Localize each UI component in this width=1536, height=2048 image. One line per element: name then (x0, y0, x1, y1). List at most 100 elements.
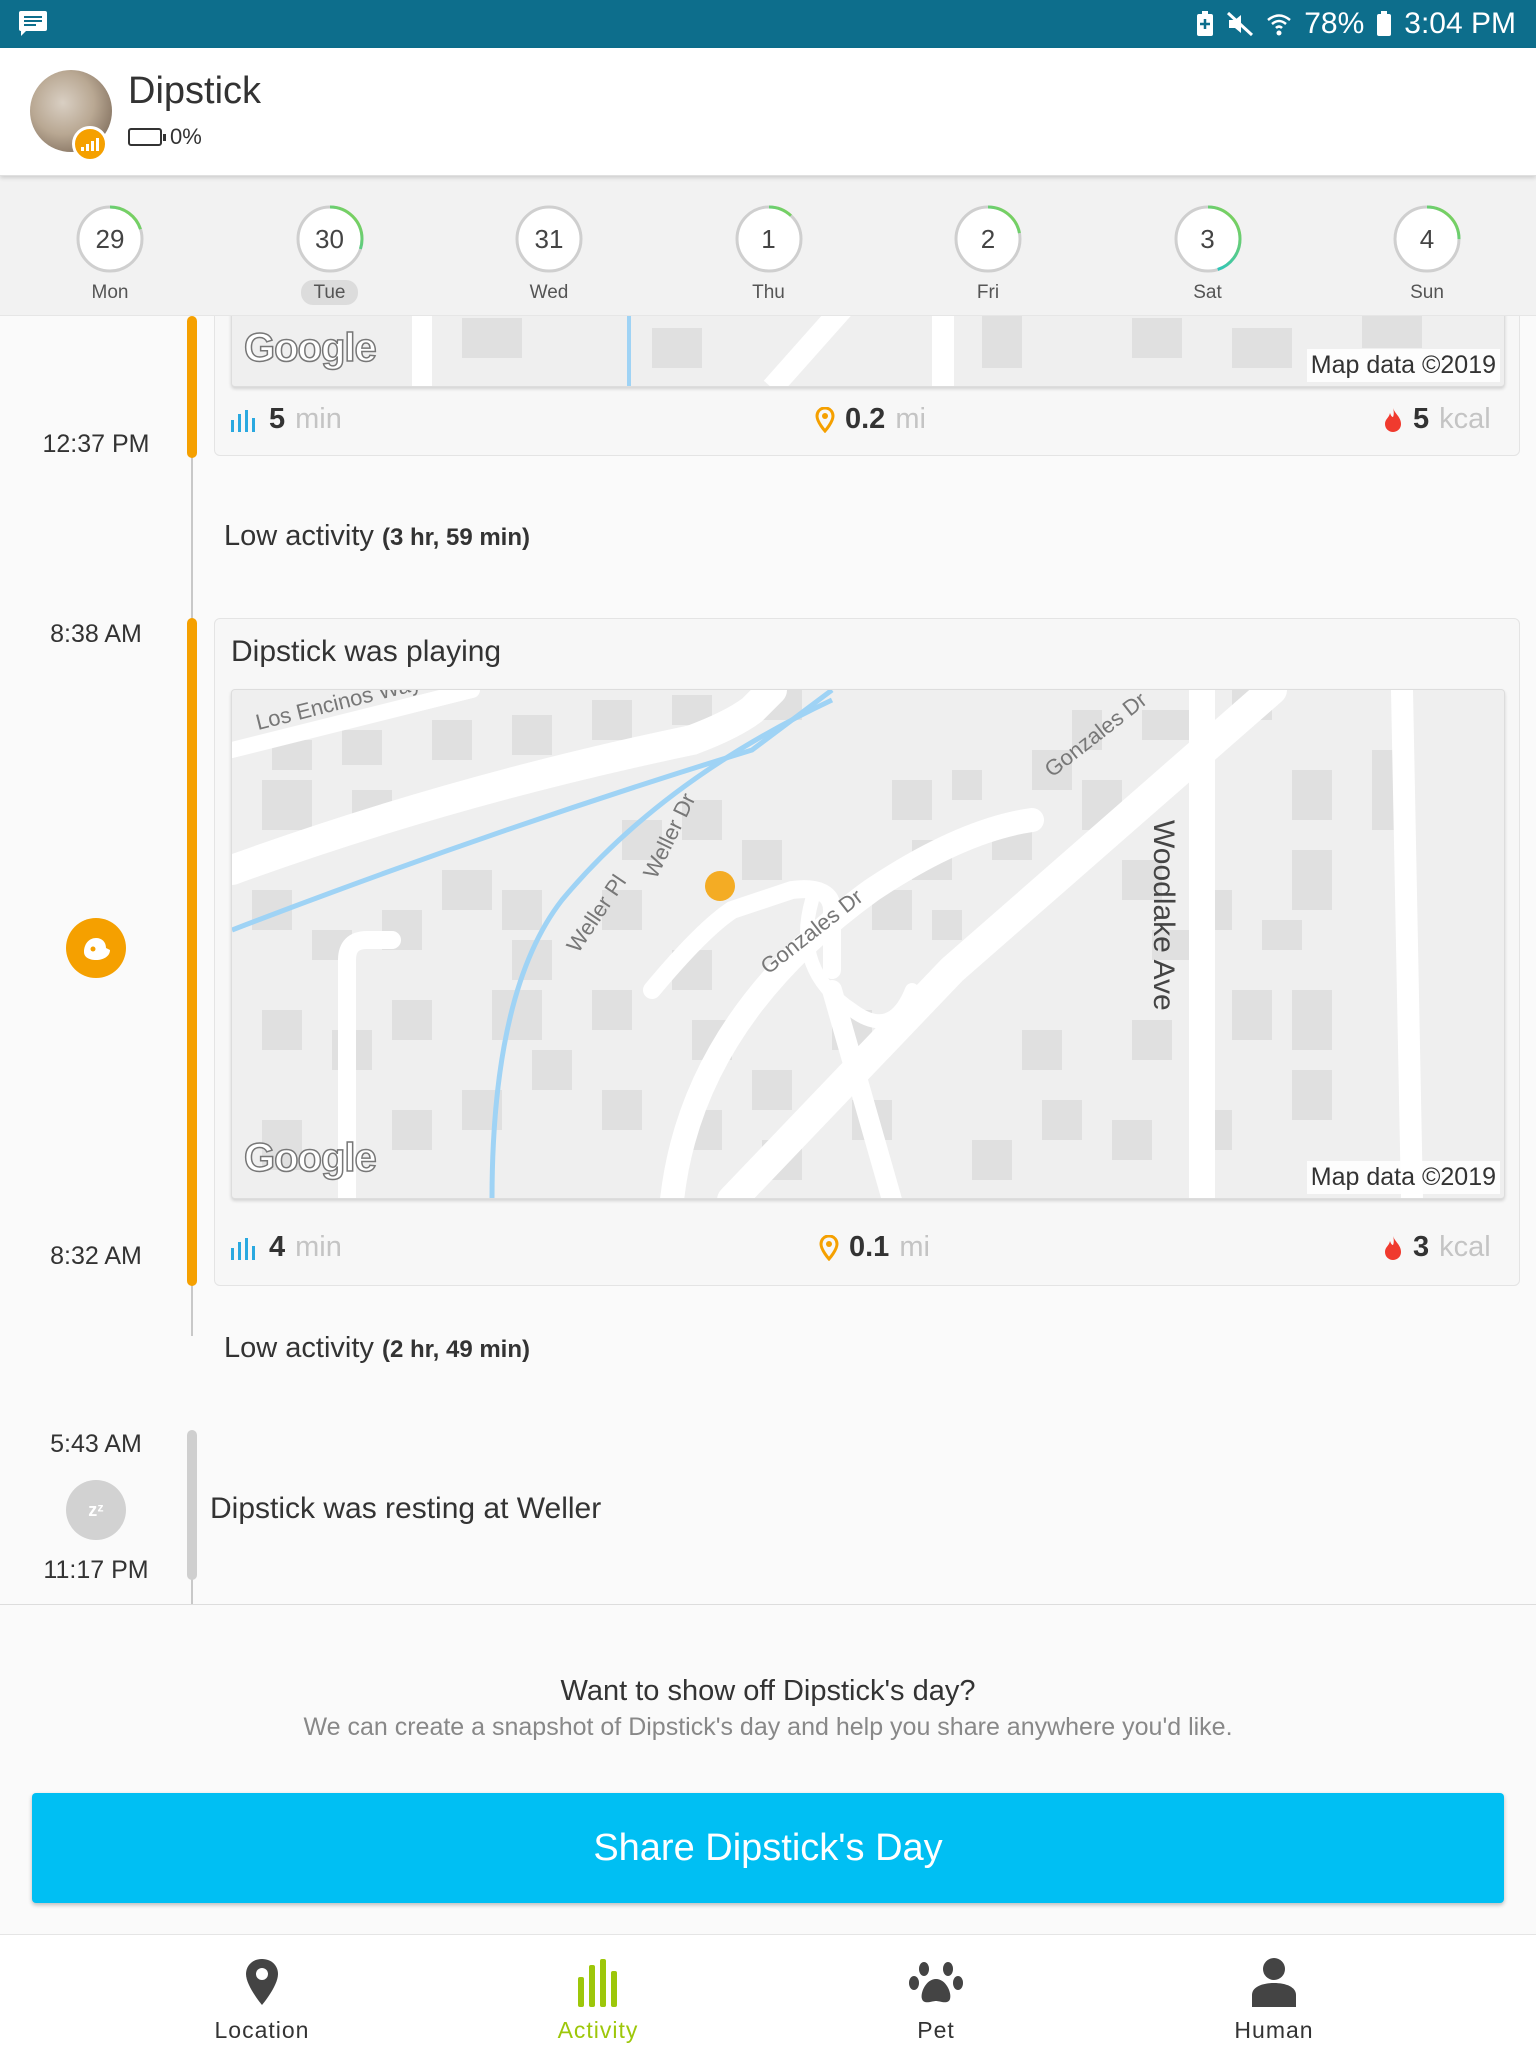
battery-saver-icon (1197, 11, 1214, 36)
map-tiles: Los Encinos Way Gonzales Dr Gonzales Dr … (232, 690, 1504, 1198)
map-attribution: Map data ©2019 (1306, 1161, 1500, 1194)
day-number: 29 (95, 224, 125, 254)
day-number: 4 (1419, 224, 1435, 254)
low-activity-row: Low activity (2 hr, 49 min) (224, 1332, 530, 1365)
day-fri[interactable]: 2 Fri (923, 176, 1053, 316)
duration-unit: min (295, 1231, 342, 1263)
day-weekday: Mon (91, 282, 129, 303)
day-mon[interactable]: 29 Mon (45, 176, 175, 316)
activity-map[interactable]: Los Encinos Way Gonzales Dr Gonzales Dr … (231, 689, 1505, 1199)
activity-stats: 4 min 0.1 mi 3 kcal (215, 1219, 1521, 1279)
nav-human[interactable]: Human (1082, 1935, 1466, 2048)
day-selector: 29 Mon 30 Tue 31 Wed 1 Thu 2 Fri 3 Sat 4 Sun (0, 176, 1536, 316)
google-logo: Google (243, 325, 377, 371)
day-number: 2 (980, 224, 996, 254)
day-number: 31 (534, 224, 564, 254)
distance-value: 0.2 (845, 403, 886, 435)
activity-start-time: 8:38 AM (50, 620, 142, 648)
activity-bars-icon (578, 1959, 617, 2007)
day-weekday: Sat (1193, 282, 1222, 303)
battery-percent: 78% (1304, 7, 1365, 40)
nav-activity[interactable]: Activity (406, 1935, 790, 2048)
mute-icon (1227, 11, 1254, 37)
low-activity-duration: (2 hr, 49 min) (381, 1336, 530, 1363)
activity-stats: 5 min 0.2 mi 5 kcal (215, 391, 1521, 451)
nav-human-label: Human (1234, 2017, 1314, 2043)
day-weekday: Fri (976, 282, 1000, 303)
share-subtitle: We can create a snapshot of Dipstick's d… (303, 1713, 1233, 1741)
status-bar: 78% 3:04 PM (0, 0, 1536, 48)
location-marker (705, 871, 735, 901)
ball-icon (84, 938, 110, 960)
location-pin-icon (246, 1959, 278, 2005)
day-weekday-wrap: Wed (484, 282, 614, 304)
activity-end-time: 8:32 AM (50, 1242, 142, 1270)
signal-badge-icon (72, 126, 108, 162)
activity-bars-icon (231, 409, 255, 432)
nav-location-label: Location (214, 2017, 310, 2043)
day-number: 3 (1200, 224, 1215, 254)
day-sun[interactable]: 4 Sun (1362, 176, 1492, 316)
battery-outline-icon (128, 128, 166, 146)
duration-value: 4 (269, 1231, 286, 1263)
distance-unit: mi (895, 403, 926, 435)
flame-icon (1385, 407, 1401, 432)
wifi-icon (1267, 14, 1292, 36)
tracker-battery: 0% (128, 124, 202, 150)
calories-value: 5 (1413, 403, 1430, 435)
calories-stat: 3 kcal (1383, 1231, 1491, 1264)
share-day-button[interactable]: Share Dipstick's Day (32, 1793, 1504, 1903)
sleep-icon: zᶻ (66, 1480, 126, 1540)
calories-unit: kcal (1439, 1231, 1491, 1263)
person-icon (1252, 1958, 1296, 2007)
clock: 3:04 PM (1404, 7, 1516, 40)
distance-stat: 0.1 mi (819, 1231, 930, 1264)
nav-location[interactable]: Location (70, 1935, 454, 2048)
day-thu[interactable]: 1 Thu (704, 176, 834, 316)
day-number: 1 (761, 224, 776, 254)
playing-icon (66, 918, 126, 978)
bottom-navigation: Location Activity Pet Human (0, 1934, 1536, 2048)
distance-value: 0.1 (849, 1231, 890, 1263)
low-activity-duration: (3 hr, 59 min) (381, 524, 530, 551)
day-sat[interactable]: 3 Sat (1143, 176, 1273, 316)
calories-stat: 5 kcal (1383, 403, 1491, 436)
day-weekday: Wed (529, 282, 569, 303)
calories-value: 3 (1413, 1231, 1430, 1263)
nav-pet-label: Pet (917, 2017, 955, 2043)
share-title: Want to show off Dipstick's day? (560, 1675, 976, 1707)
map-attribution: Map data ©2019 (1306, 349, 1500, 382)
nav-pet[interactable]: Pet (744, 1935, 1128, 2048)
activity-card[interactable]: Dipstick was playing Los Encinos Way Gon… (214, 618, 1520, 1286)
activity-title: Dipstick was playing (231, 635, 502, 668)
day-weekday-wrap: Tue (265, 280, 395, 305)
activity-card[interactable]: Google Map data ©2019 5 min 0.2 mi 5 kca… (214, 316, 1520, 456)
battery-icon (1377, 11, 1392, 36)
duration-value: 5 (269, 403, 286, 435)
location-pin-icon (815, 406, 835, 433)
duration-unit: min (295, 403, 342, 435)
duration-stat: 5 min (229, 403, 342, 436)
rest-start-time: 5:43 AM (50, 1430, 142, 1458)
message-icon (19, 11, 47, 36)
day-weekday: Sun (1410, 282, 1444, 303)
google-logo: Google (243, 1135, 377, 1181)
low-activity-row: Low activity (3 hr, 59 min) (224, 520, 530, 553)
activity-bars-icon (231, 1237, 255, 1260)
pet-header: Dipstick 0% (0, 48, 1536, 176)
duration-stat: 4 min (229, 1231, 342, 1264)
activity-end-time: 12:37 PM (42, 430, 150, 458)
share-section: Want to show off Dipstick's day? We can … (0, 1604, 1536, 1934)
day-weekday-wrap: Fri (923, 282, 1053, 304)
day-weekday: Thu (752, 282, 785, 303)
day-wed[interactable]: 31 Wed (484, 176, 614, 316)
day-tue[interactable]: 30 Tue (265, 176, 395, 316)
day-number: 30 (315, 224, 344, 254)
day-weekday: Tue (301, 280, 358, 305)
rest-title[interactable]: Dipstick was resting at Weller (210, 1492, 601, 1526)
tracker-battery-percent: 0% (170, 124, 202, 149)
location-pin-icon (819, 1234, 839, 1261)
nav-activity-label: Activity (557, 2017, 639, 2043)
activity-map[interactable]: Google Map data ©2019 (231, 316, 1505, 387)
flame-icon (1385, 1235, 1401, 1260)
